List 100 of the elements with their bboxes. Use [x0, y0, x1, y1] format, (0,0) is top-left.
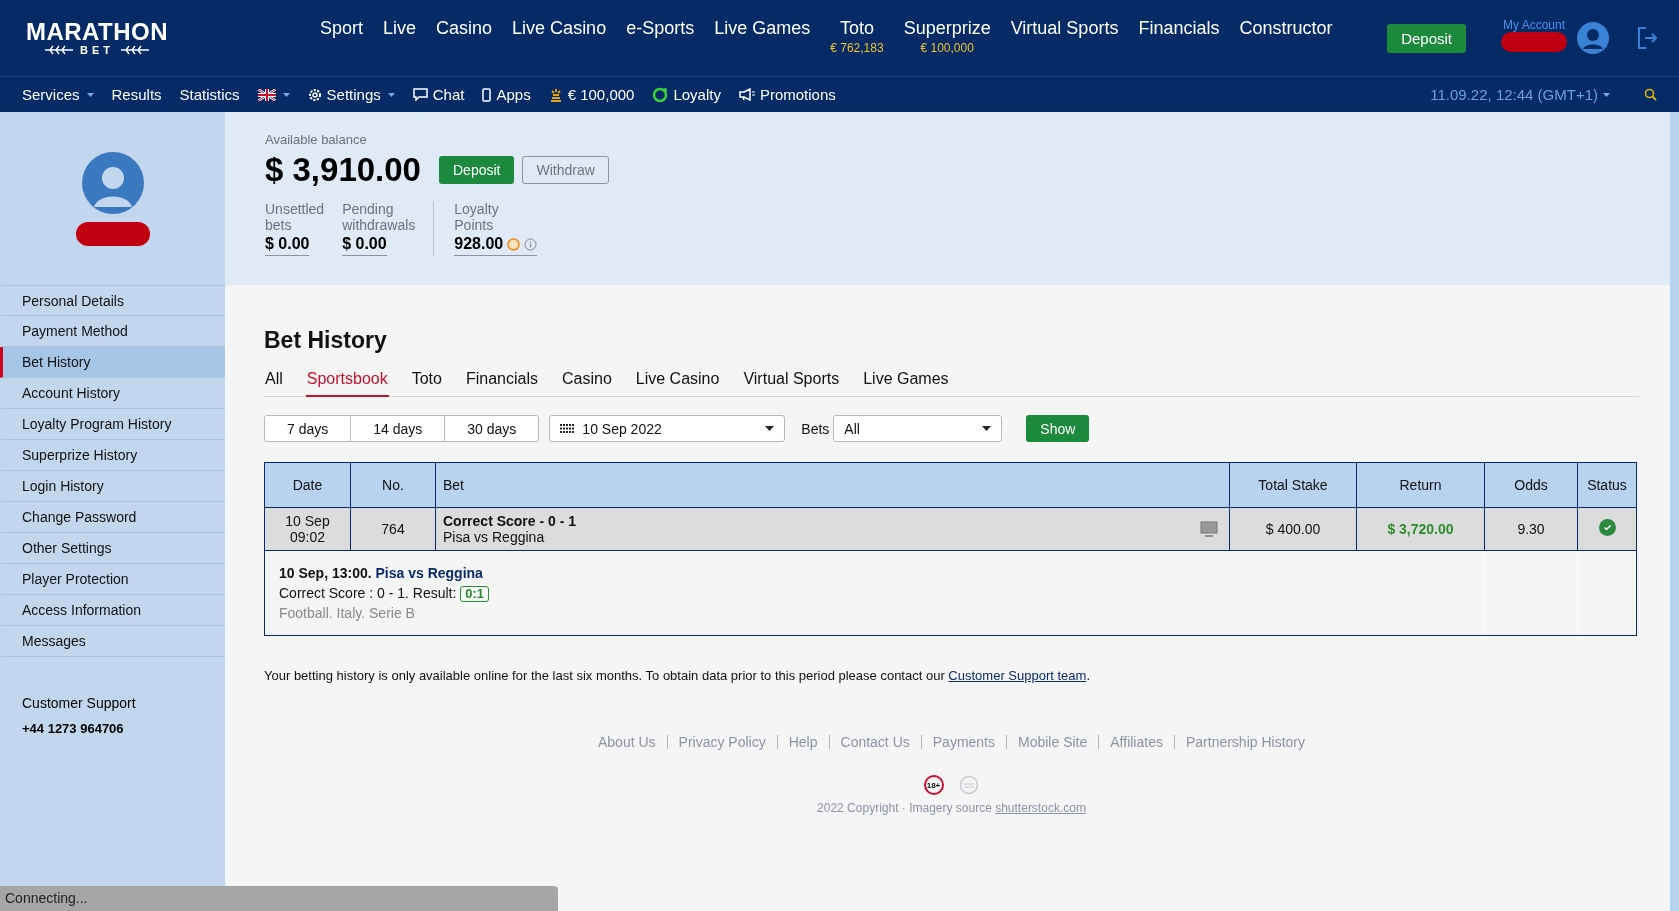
column-header: Odds	[1484, 462, 1578, 508]
caret-icon	[387, 92, 395, 97]
nav-link[interactable]: Results	[111, 86, 162, 103]
odds-cell: 9.30	[1484, 507, 1578, 551]
event-time: 10 Sep, 13:00.	[279, 565, 372, 581]
nav-link[interactable]: Live	[383, 18, 417, 39]
nav-link[interactable]: Constructor	[1239, 18, 1333, 39]
category-tab[interactable]: Casino	[561, 364, 613, 397]
support-phone: +44 1273 964706	[22, 721, 125, 736]
support-label: Customer Support	[22, 695, 137, 711]
laurel-icon	[120, 45, 150, 55]
caret-icon	[765, 426, 775, 431]
nav-link[interactable]: Superprize	[903, 18, 991, 39]
phone-icon	[482, 87, 492, 102]
megaphone-icon	[738, 88, 755, 101]
calendar-icon	[560, 423, 575, 434]
nav-link[interactable]: Virtual Sports	[1010, 18, 1119, 39]
return-cell: $ 3,720.00	[1356, 507, 1485, 551]
seal-icon	[957, 775, 980, 795]
jackpot-amount: € 762,183	[830, 41, 884, 55]
balance-amount: $ 3,910.00	[265, 151, 421, 189]
status-bar: Connecting...	[0, 886, 558, 911]
balance-label: Available balance	[265, 132, 368, 147]
date-cell: 10 Sep 09:02	[264, 507, 351, 551]
nav-link[interactable]: Apps	[496, 86, 531, 103]
deposit-button[interactable]: Deposit	[439, 156, 515, 184]
nav-link[interactable]: Chat	[432, 86, 465, 103]
nav-link[interactable]: Services	[22, 86, 80, 103]
bet-market: Correct Score - 0 - 1	[443, 513, 577, 529]
sidebar-item[interactable]: Personal Details	[0, 285, 225, 316]
category-tab[interactable]: Live Games	[862, 364, 950, 397]
sidebar-item[interactable]: Superprize History	[0, 440, 225, 471]
withdraw-button[interactable]: Withdraw	[522, 156, 609, 184]
nav-link[interactable]: Statistics	[179, 86, 240, 103]
number-cell: 764	[350, 507, 436, 551]
bets-dropdown[interactable]: All	[833, 415, 1003, 442]
nav-link[interactable]: Settings	[326, 86, 381, 103]
stat-value: $ 0.00	[342, 235, 387, 253]
caret-icon	[982, 426, 992, 431]
logout-icon[interactable]	[1637, 27, 1657, 49]
avatar-icon[interactable]	[1577, 22, 1609, 54]
nav-link[interactable]: Live Games	[714, 18, 811, 39]
language-selector[interactable]	[257, 88, 290, 101]
sidebar-item[interactable]: Access Information	[0, 595, 225, 626]
date-picker[interactable]: 10 Sep 2022	[549, 415, 786, 442]
sidebar-item[interactable]: Change Password	[0, 502, 225, 533]
bet-match: Pisa vs Reggina	[443, 529, 545, 545]
my-account-link[interactable]: My Account	[1503, 18, 1565, 32]
column-header: Bet	[435, 462, 1230, 508]
copyright-text: 2022 Copyright · Imagery source shutterstock.com	[816, 801, 1087, 815]
nav-link[interactable]: Financials	[1138, 18, 1220, 39]
search-icon[interactable]	[1644, 88, 1657, 101]
sidebar-item[interactable]: Messages	[0, 626, 225, 657]
nav-link[interactable]: Live Casino	[512, 18, 607, 39]
column-header: Date	[264, 462, 351, 508]
stat-label: Unsettled bets	[265, 201, 325, 233]
nav-link[interactable]: Loyalty	[673, 86, 721, 103]
stat-value: 928.00	[454, 235, 504, 253]
chat-icon	[412, 88, 428, 101]
sidebar-item[interactable]: Login History	[0, 471, 225, 502]
period-button[interactable]: 14 days	[350, 415, 446, 442]
nav-link[interactable]: Promotions	[759, 86, 836, 103]
league-text: Football. Italy. Serie B	[279, 604, 416, 623]
selection-text: Correct Score : 0 - 1. Result:	[279, 585, 457, 601]
laurel-icon	[44, 45, 74, 55]
nav-link[interactable]: Sport	[320, 18, 364, 39]
sidebar-item[interactable]: Loyalty Program History	[0, 409, 225, 440]
sidebar-item[interactable]: Account History	[0, 378, 225, 409]
coins-icon	[548, 87, 563, 102]
gear-icon	[307, 87, 322, 102]
nav-link[interactable]: Casino	[436, 18, 493, 39]
datetime-selector[interactable]: 11.09.22, 12:44 (GMT+1)	[1430, 86, 1598, 103]
deposit-button[interactable]: Deposit	[1387, 23, 1466, 53]
sidebar-item[interactable]: Player Protection	[0, 564, 225, 595]
event-link[interactable]: Pisa vs Reggina	[375, 565, 483, 581]
show-button[interactable]: Show	[1026, 415, 1090, 442]
category-tab[interactable]: All	[264, 364, 284, 397]
avatar-icon	[81, 151, 144, 214]
scrollbar[interactable]	[1670, 112, 1679, 911]
category-tab[interactable]: Toto	[410, 364, 443, 397]
category-tab[interactable]: Financials	[464, 364, 539, 397]
stat-value: $ 0.00	[265, 235, 310, 253]
nav-link[interactable]: e-Sports	[626, 18, 695, 39]
period-button[interactable]: 7 days	[264, 415, 352, 442]
nav-link[interactable]: Toto	[839, 18, 874, 39]
stat-label: Loyalty Points	[454, 201, 500, 233]
category-tab[interactable]: Sportsbook	[305, 364, 389, 397]
column-header: Total Stake	[1229, 462, 1357, 508]
category-tab[interactable]: Virtual Sports	[742, 364, 841, 397]
category-tab[interactable]: Live Casino	[634, 364, 721, 397]
result-badge: 0:1	[460, 586, 490, 602]
nav-link[interactable]: € 100,000	[567, 86, 635, 103]
marathon-bet-logo[interactable]: MARATHON BET	[22, 20, 172, 56]
redaction-mark	[1501, 32, 1567, 52]
sidebar-item[interactable]: Other Settings	[0, 533, 225, 564]
info-icon[interactable]	[524, 237, 538, 251]
jackpot-amount: € 100,000	[920, 41, 974, 55]
period-button[interactable]: 30 days	[444, 415, 540, 442]
sidebar-item[interactable]: Bet History	[0, 347, 225, 378]
column-header: Status	[1577, 462, 1637, 508]
